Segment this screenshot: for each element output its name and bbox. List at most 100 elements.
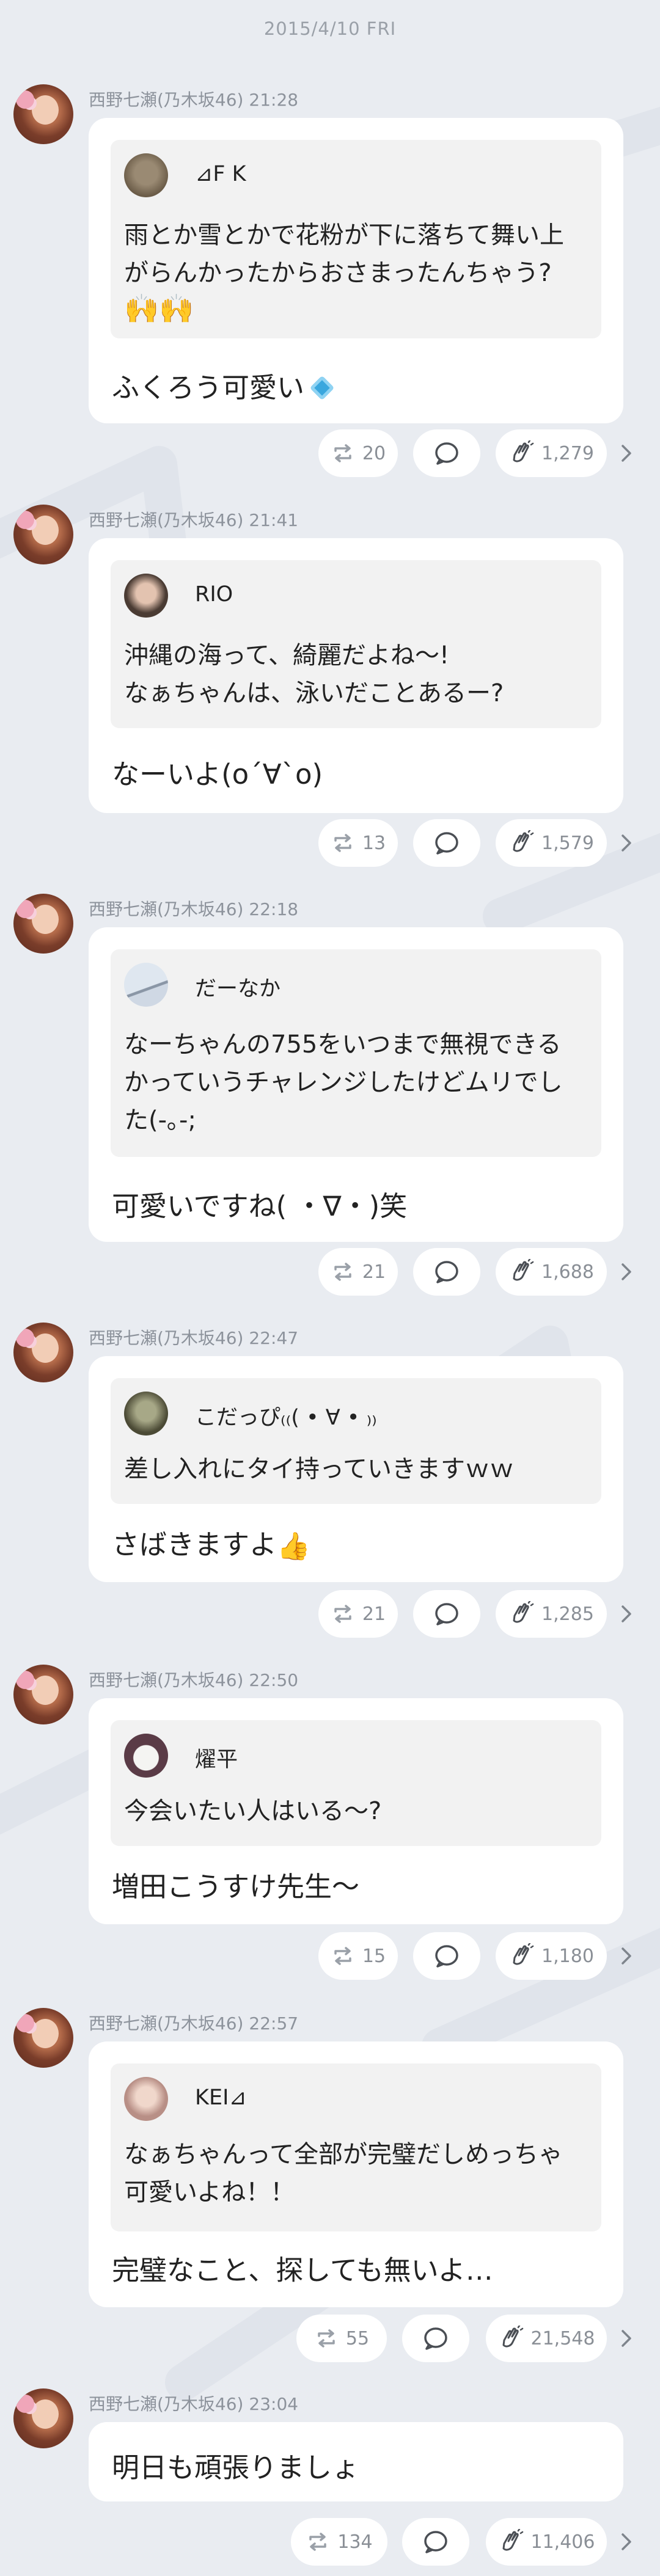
repost-button[interactable]: 55 — [296, 2315, 387, 2362]
clap-icon — [502, 2529, 523, 2551]
clap-icon — [513, 830, 534, 852]
author-name: 西野七瀬(乃木坂46) — [89, 510, 244, 530]
comment-button[interactable] — [413, 1248, 480, 1296]
repost-icon — [334, 1263, 351, 1281]
post-time: 22:18 — [249, 899, 299, 919]
post-time: 22:47 — [249, 1328, 299, 1348]
comment-line: なぁちゃんは、泳いだことあるー? — [124, 679, 504, 707]
comment-button[interactable] — [413, 1590, 480, 1638]
author-avatar[interactable] — [13, 1665, 73, 1724]
clap-count: 1,688 — [541, 1261, 594, 1283]
comment-button[interactable] — [413, 819, 480, 867]
post-meta: 西野七瀬(乃木坂46) 23:04 — [89, 2391, 298, 2415]
author-avatar[interactable] — [13, 2388, 73, 2448]
clap-button[interactable]: 1,579 — [496, 819, 607, 867]
comment-line: かっていうチャレンジしたけどムリでし — [124, 1068, 563, 1096]
comment-button[interactable] — [402, 2315, 469, 2362]
repost-button[interactable]: 13 — [318, 819, 398, 867]
comment-button[interactable] — [413, 1932, 480, 1980]
repost-icon — [334, 1947, 351, 1965]
author-avatar[interactable] — [13, 505, 73, 564]
comment-line: 雨とか雪とかで花粉が下に落ちて舞い上 — [124, 221, 564, 249]
clap-button[interactable]: 21,548 — [486, 2315, 607, 2362]
repost-button[interactable]: 20 — [318, 429, 398, 477]
repost-button[interactable]: 21 — [318, 1590, 398, 1638]
author-avatar[interactable] — [13, 2008, 73, 2068]
comment-button[interactable] — [402, 2518, 469, 2566]
commenter-avatar[interactable] — [124, 1392, 168, 1436]
chevron-right-icon[interactable] — [616, 833, 637, 853]
author-name: 西野七瀬(乃木坂46) — [89, 899, 244, 919]
comment-line: なぁちゃんって全部が完璧だしめっちゃ — [124, 2140, 563, 2169]
post-meta: 西野七瀬(乃木坂46) 22:47 — [89, 1325, 298, 1349]
repost-button[interactable]: 134 — [291, 2518, 387, 2566]
quoted-comment: RIO 沖縄の海って、綺麗だよね〜! なぁちゃんは、泳いだことあるー? — [111, 560, 601, 728]
repost-icon — [334, 834, 351, 852]
chevron-right-icon[interactable] — [616, 1604, 637, 1624]
comment-line: 差し入れにタイ持っていきますｗｗ — [124, 1455, 514, 1483]
diamond-emoji — [309, 375, 335, 401]
action-bar: 21 1,285 — [0, 1590, 660, 1640]
chevron-right-icon[interactable] — [616, 443, 637, 464]
commenter-avatar[interactable] — [124, 574, 168, 618]
chevron-right-icon[interactable] — [616, 1946, 637, 1966]
clap-count: 1,579 — [541, 832, 594, 854]
repost-count: 21 — [362, 1261, 386, 1283]
author-name: 西野七瀬(乃木坂46) — [89, 1670, 244, 1690]
quoted-comment: KEI⊿ なぁちゃんって全部が完璧だしめっちゃ 可愛いよね！！ — [111, 2063, 601, 2231]
comment-icon — [424, 2327, 447, 2350]
reply-text: なーいよ(o´∀`o) — [112, 758, 323, 790]
reply-text: 完璧なこと、探しても無いよ… — [112, 2254, 493, 2286]
comment-icon — [435, 832, 458, 855]
clap-count: 1,279 — [541, 442, 594, 464]
post-meta: 西野七瀬(乃木坂46) 22:57 — [89, 2010, 298, 2035]
clap-button[interactable]: 11,406 — [486, 2518, 607, 2566]
post-time: 23:04 — [249, 2394, 299, 2414]
comment-icon — [435, 442, 458, 465]
message-bubble: 燿平 今会いたい人はいる〜? 増田こうすけ先生～ — [89, 1698, 623, 1924]
chevron-right-icon[interactable] — [616, 2531, 637, 2552]
clap-count: 21,548 — [530, 2327, 595, 2349]
clap-button[interactable]: 1,180 — [496, 1932, 607, 1980]
comment-icon — [435, 1945, 458, 1968]
repost-button[interactable]: 21 — [318, 1248, 398, 1296]
commenter-avatar[interactable] — [124, 963, 168, 1007]
comment-line: なーちゃんの755をいつまで無視できる — [124, 1031, 562, 1059]
reply-text: 可愛いですね( ・∇・)笑 — [112, 1190, 408, 1222]
repost-icon — [318, 2329, 335, 2348]
repost-count: 55 — [345, 2327, 370, 2349]
comment-line: がらんかったからおさまったんちゃう? — [124, 259, 552, 287]
clap-button[interactable]: 1,279 — [496, 429, 607, 477]
reply-text: さばきますよ👍 — [112, 1522, 310, 1562]
author-avatar[interactable] — [13, 1323, 73, 1382]
comment-button[interactable] — [413, 429, 480, 477]
author-name: 西野七瀬(乃木坂46) — [89, 1328, 244, 1348]
commenter-name: KEI⊿ — [195, 2085, 247, 2110]
post-time: 21:28 — [249, 90, 299, 110]
author-name: 西野七瀬(乃木坂46) — [89, 90, 244, 110]
repost-count: 134 — [337, 2531, 373, 2553]
commenter-name: だーなか — [195, 977, 281, 1001]
repost-icon — [334, 444, 351, 462]
date-header: 2015/4/10 FRI — [263, 18, 397, 39]
comment-line: 沖縄の海って、綺麗だよね〜! — [124, 641, 450, 670]
quoted-comment: ⊿F K 雨とか雪とかで花粉が下に落ちて舞い上 がらんかったからおさまったんちゃ… — [111, 140, 601, 338]
reply-label: ふくろう可愛い — [112, 371, 305, 404]
chevron-right-icon[interactable] — [616, 2328, 637, 2349]
author-avatar[interactable] — [13, 84, 73, 144]
raised-hands-emoji: 🙌🙌 — [124, 292, 194, 325]
post-meta: 西野七瀬(乃木坂46) 22:50 — [89, 1667, 298, 1691]
commenter-avatar[interactable] — [124, 153, 168, 197]
author-name: 西野七瀬(乃木坂46) — [89, 2013, 244, 2034]
action-bar: 20 1,279 — [0, 429, 660, 480]
commenter-avatar[interactable] — [124, 1734, 168, 1778]
repost-count: 13 — [362, 832, 386, 854]
chevron-right-icon[interactable] — [616, 1261, 637, 1282]
clap-button[interactable]: 1,688 — [496, 1248, 607, 1296]
author-avatar[interactable] — [13, 894, 73, 954]
commenter-avatar[interactable] — [124, 2077, 168, 2121]
action-bar: 55 21,548 — [0, 2315, 660, 2365]
post-meta: 西野七瀬(乃木坂46) 21:28 — [89, 87, 298, 111]
repost-button[interactable]: 15 — [318, 1932, 398, 1980]
clap-button[interactable]: 1,285 — [496, 1590, 607, 1638]
